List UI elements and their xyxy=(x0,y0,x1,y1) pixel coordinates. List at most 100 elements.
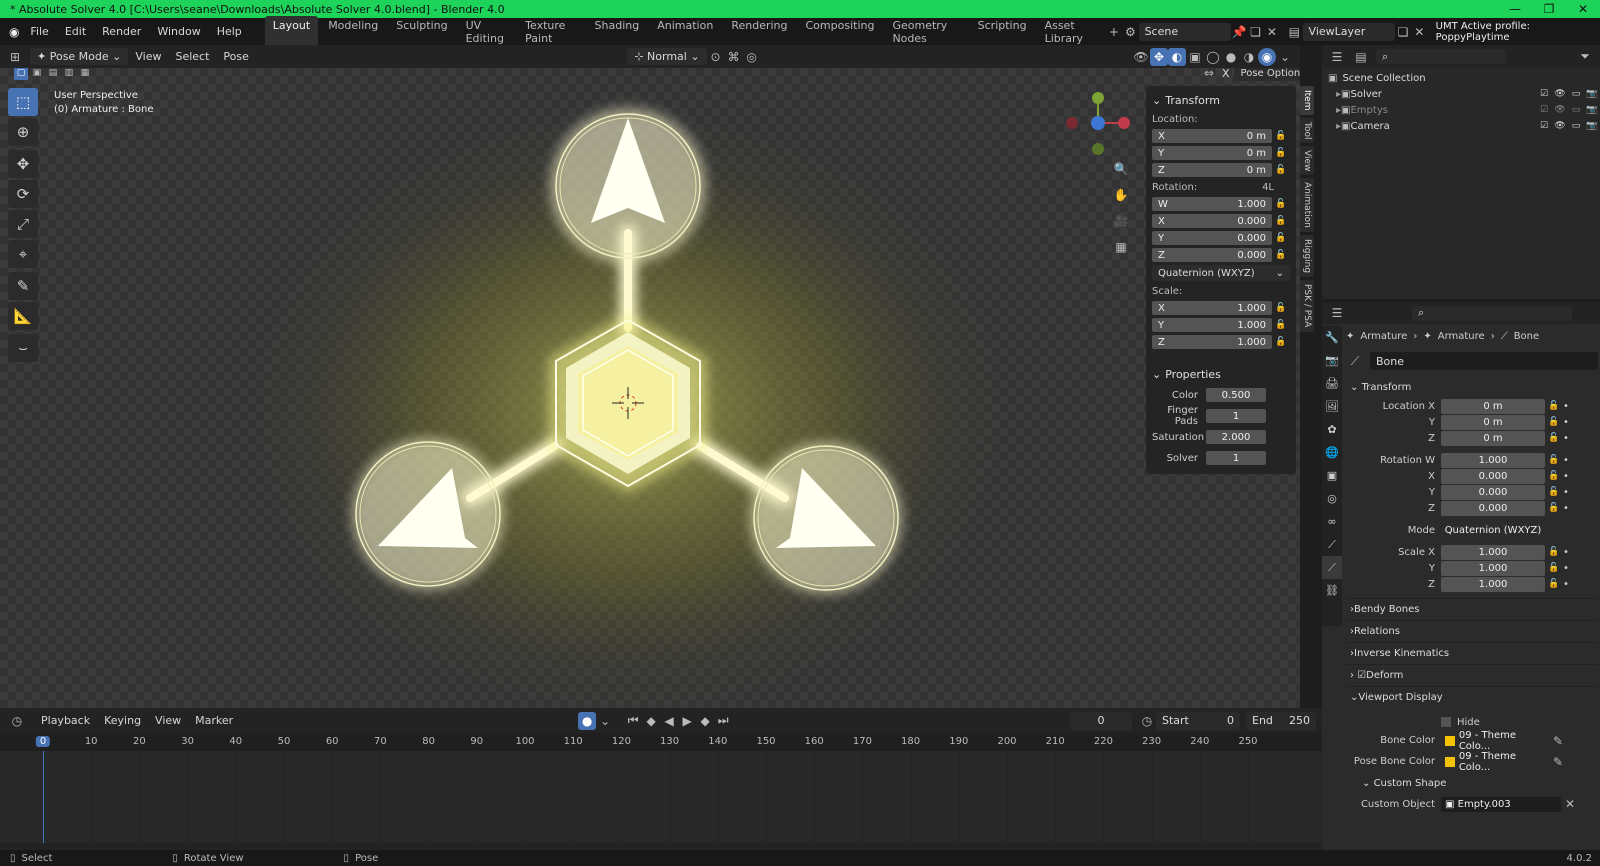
eye-icon[interactable]: 👁 xyxy=(1552,121,1568,131)
sidebar-tab-rigging[interactable]: Rigging xyxy=(1300,235,1314,278)
keyframe-dot-icon[interactable]: • xyxy=(1563,455,1569,466)
maximize-icon[interactable]: ❐ xyxy=(1532,2,1566,16)
delete-scene-icon[interactable]: ✕ xyxy=(1264,23,1280,41)
location-field-x[interactable]: X 0 m xyxy=(1152,129,1272,143)
keyframe-dot-icon[interactable]: • xyxy=(1563,503,1569,514)
visibility-icon[interactable]: 👁 xyxy=(1132,48,1150,66)
lock-icon[interactable]: 🔓 xyxy=(1545,471,1563,481)
move-tool-icon[interactable]: ✥ xyxy=(8,150,38,178)
property-field[interactable]: 1.000 xyxy=(1441,452,1545,468)
sidebar-tab-item[interactable]: Item xyxy=(1300,86,1314,115)
scene-collection-row[interactable]: ▣ Scene Collection xyxy=(1322,70,1600,86)
proportional-icon[interactable]: ◎ xyxy=(743,48,761,66)
menu-edit[interactable]: Edit xyxy=(57,25,94,38)
camera-icon[interactable]: 📷 xyxy=(1584,105,1600,115)
camera-icon[interactable]: 📷 xyxy=(1584,89,1600,99)
minimize-icon[interactable]: — xyxy=(1498,2,1532,16)
object-tab-icon[interactable]: ▣ xyxy=(1322,464,1342,487)
edit-color-icon[interactable]: ✎ xyxy=(1549,732,1567,750)
properties-header[interactable]: ⌄ Properties xyxy=(1152,364,1290,385)
location-field-y[interactable]: Y 0 m xyxy=(1152,146,1272,160)
monitor-icon[interactable]: ▭ xyxy=(1568,121,1584,131)
custom-object-field[interactable]: ▣ Empty.003 xyxy=(1441,796,1561,812)
rotation-field-w[interactable]: W 1.000 xyxy=(1152,197,1272,211)
scale-field-z[interactable]: Z 1.000 xyxy=(1152,335,1272,349)
constraints-tab-icon[interactable]: ∞ xyxy=(1322,510,1342,533)
tab-uv-editing[interactable]: UV Editing xyxy=(458,16,516,48)
shading-options-icon[interactable]: ⌄ xyxy=(1276,48,1294,66)
section-relations[interactable]: › Relations xyxy=(1346,620,1598,642)
wireframe-shading-icon[interactable]: ◯ xyxy=(1204,48,1222,66)
properties-search[interactable]: ⌕ xyxy=(1412,305,1572,321)
end-frame-field[interactable]: End 250 xyxy=(1246,711,1316,730)
outliner-item-emptys[interactable]: ▸ ▣ Emptys ☑ 👁 ▭ 📷 xyxy=(1322,102,1600,118)
material-shading-icon[interactable]: ◑ xyxy=(1240,48,1258,66)
blender-logo-icon[interactable]: ◉ xyxy=(6,23,22,41)
lock-icon[interactable]: 🔓 xyxy=(1272,303,1290,313)
timeline-menu-keying[interactable]: Keying xyxy=(97,712,148,729)
sidebar-tab-view[interactable]: View xyxy=(1300,145,1314,176)
snap-icon[interactable]: ⌘ xyxy=(725,48,743,66)
lock-icon[interactable]: 🔓 xyxy=(1545,455,1563,465)
display-mode-icon[interactable]: ▤ xyxy=(1352,48,1370,66)
lock-icon[interactable]: 🔓 xyxy=(1272,131,1290,141)
lock-icon[interactable]: 🔓 xyxy=(1545,433,1563,443)
checkbox-icon[interactable]: ☑ xyxy=(1536,89,1552,99)
keyframe-dot-icon[interactable]: • xyxy=(1563,487,1569,498)
select-extend-icon[interactable]: ▣ xyxy=(30,68,44,80)
rotation-field-x[interactable]: X 0.000 xyxy=(1152,214,1272,228)
new-scene-icon[interactable]: ❏ xyxy=(1247,23,1263,41)
pose-options-button[interactable]: Pose Options xyxy=(1233,68,1300,81)
section-inverse-kinematics[interactable]: › Inverse Kinematics xyxy=(1346,642,1598,664)
select-new-icon[interactable]: ▢ xyxy=(14,68,28,80)
tab-sculpting[interactable]: Sculpting xyxy=(388,16,455,48)
measure-tool-icon[interactable]: 📐 xyxy=(8,302,38,330)
zoom-icon[interactable]: 🔍 xyxy=(1112,160,1130,178)
property-field[interactable]: 1.000 xyxy=(1441,560,1545,576)
keyframe-dot-icon[interactable]: • xyxy=(1563,417,1569,428)
add-workspace-icon[interactable]: + xyxy=(1106,23,1122,41)
world-tab-icon[interactable]: 🌐 xyxy=(1322,441,1342,464)
frame-ruler[interactable]: 0 10 20 30 40 50 60 70 80 90 100 110 120 130 140 150 160… xyxy=(0,733,1322,751)
camera-view-icon[interactable]: 🎥 xyxy=(1112,212,1130,230)
select-invert-icon[interactable]: ▥ xyxy=(62,68,76,80)
section-deform[interactable]: › ☑ Deform xyxy=(1346,664,1598,686)
select-intersect-icon[interactable]: ▦ xyxy=(78,68,92,80)
playhead[interactable] xyxy=(43,751,44,843)
tool-tab-icon[interactable]: 🔧 xyxy=(1322,326,1342,349)
pose-menu[interactable]: Pose xyxy=(216,48,255,65)
scale-tool-icon[interactable]: ⤢ xyxy=(8,210,38,238)
gizmo-icon[interactable]: ✥ xyxy=(1150,47,1168,66)
grid-view-icon[interactable]: ▦ xyxy=(1112,238,1130,256)
custom-prop-field[interactable]: 1 xyxy=(1206,409,1266,423)
custom-prop-field[interactable]: 1 xyxy=(1206,451,1266,465)
scene-icon[interactable]: ⚙ xyxy=(1122,23,1138,41)
property-field[interactable]: 0.000 xyxy=(1441,500,1545,516)
bone-constraints-tab-icon[interactable]: ⛓ xyxy=(1322,579,1342,602)
transform-header[interactable]: ⌄ Transform xyxy=(1152,90,1290,111)
start-frame-field[interactable]: Start 0 xyxy=(1156,711,1240,730)
property-field[interactable]: 0 m xyxy=(1441,398,1545,414)
property-field[interactable]: 1.000 xyxy=(1441,576,1545,592)
view-menu[interactable]: View xyxy=(128,48,168,65)
custom-prop-field[interactable]: 2.000 xyxy=(1206,430,1266,444)
delete-layer-icon[interactable]: ✕ xyxy=(1411,23,1427,41)
select-menu[interactable]: Select xyxy=(168,48,216,65)
tab-compositing[interactable]: Compositing xyxy=(798,16,883,48)
tab-texture-paint[interactable]: Texture Paint xyxy=(517,16,584,48)
tab-asset-library[interactable]: Asset Library xyxy=(1037,16,1105,48)
select-box-tool-icon[interactable]: ⬚ xyxy=(8,88,38,116)
pivot-icon[interactable]: ⊙ xyxy=(707,48,725,66)
filter-icon[interactable]: ⏷ xyxy=(1576,48,1594,66)
breadcrumb-item[interactable]: Bone xyxy=(1514,331,1539,342)
navigation-gizmo[interactable] xyxy=(1066,92,1130,155)
section-bendy-bones[interactable]: › Bendy Bones xyxy=(1346,598,1598,620)
clear-icon[interactable]: ✕ xyxy=(1561,795,1579,813)
render-tab-icon[interactable]: 📷 xyxy=(1322,349,1342,372)
xray-icon[interactable]: ▣ xyxy=(1186,48,1204,66)
scale-field-y[interactable]: Y 1.000 xyxy=(1152,318,1272,332)
monitor-icon[interactable]: ▭ xyxy=(1568,105,1584,115)
scale-field-x[interactable]: X 1.000 xyxy=(1152,301,1272,315)
property-field[interactable]: 1.000 xyxy=(1441,544,1545,560)
close-icon[interactable]: ✕ xyxy=(1566,2,1600,16)
